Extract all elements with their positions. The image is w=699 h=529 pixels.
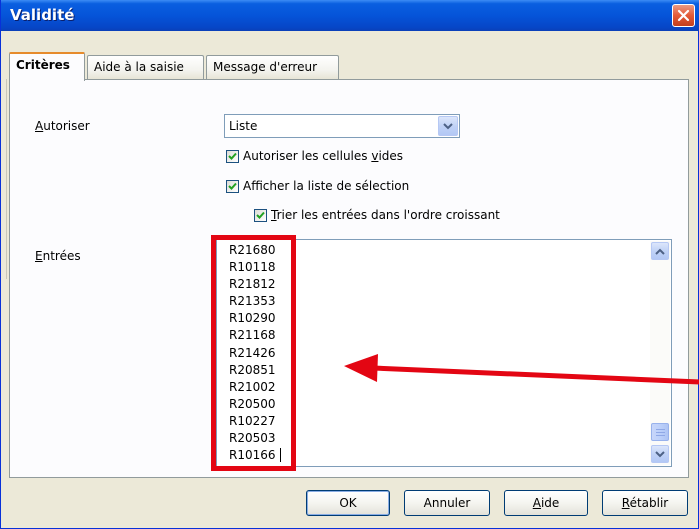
entry-line: R10290 xyxy=(229,311,276,326)
entries-list: R21680 R10118 R21812 R21353 R10290 R2116… xyxy=(229,242,299,464)
allow-blank-label: Autoriser les cellules vides xyxy=(243,149,404,163)
help-button[interactable]: Aide xyxy=(504,490,588,516)
entry-line: R21002 xyxy=(229,379,276,394)
tab-error-message-label: Message d'erreur xyxy=(213,60,318,74)
tab-input-help-label: Aide à la saisie xyxy=(94,60,184,74)
validity-dialog: Validité Critères Aide à la saisie Messa… xyxy=(0,0,699,529)
dialog-title: Validité xyxy=(10,6,75,24)
entry-line: R20500 xyxy=(229,396,276,411)
text-caret xyxy=(280,448,281,462)
chevron-down-icon xyxy=(443,122,453,129)
close-icon xyxy=(677,9,690,22)
ok-button-label: OK xyxy=(339,496,357,510)
entry-line: R21680 xyxy=(229,243,276,257)
cancel-button-label: Annuler xyxy=(423,496,471,510)
reset-button-label: Rétablir xyxy=(621,496,669,510)
ok-button[interactable]: OK xyxy=(306,490,390,516)
allow-blank-checkbox[interactable]: Autoriser les cellules vides xyxy=(226,149,403,163)
allow-select[interactable]: Liste xyxy=(224,114,460,138)
tab-error-message[interactable]: Message d'erreur xyxy=(206,55,339,80)
entry-line: R20503 xyxy=(229,431,276,446)
allow-label-mnemonic: A xyxy=(35,119,44,133)
cancel-button[interactable]: Annuler xyxy=(404,490,490,516)
checkmark-icon xyxy=(228,182,237,190)
sort-ascending-checkbox[interactable]: Trier les entrées dans l'ordre croissant xyxy=(254,208,500,222)
left-edge-line xyxy=(6,79,7,279)
scroll-thumb[interactable] xyxy=(651,423,669,441)
entry-line: R21812 xyxy=(229,277,276,292)
allow-label-text: utoriser xyxy=(43,119,90,133)
entry-line: R21426 xyxy=(229,345,276,360)
entry-line: R21353 xyxy=(229,294,276,309)
entry-line: R20851 xyxy=(229,362,276,377)
tab-criteria-label: Critères xyxy=(16,58,70,72)
entries-textarea[interactable]: R21680 R10118 R21812 R21353 R10290 R2116… xyxy=(216,239,672,467)
allow-label: Autoriser xyxy=(35,119,90,133)
entries-label-text: ntrées xyxy=(42,249,81,263)
entry-line: R10166 xyxy=(229,448,276,463)
vertical-scrollbar[interactable] xyxy=(650,241,670,465)
close-button[interactable] xyxy=(672,4,695,27)
entry-line: R21168 xyxy=(229,328,276,343)
checkmark-icon xyxy=(256,211,265,219)
checkbox-box[interactable] xyxy=(226,149,239,163)
tab-input-help[interactable]: Aide à la saisie xyxy=(87,55,204,80)
reset-button[interactable]: Rétablir xyxy=(602,490,688,516)
entries-label-mnemonic: E xyxy=(35,249,43,263)
chevron-up-icon xyxy=(655,248,665,255)
entry-line: R10227 xyxy=(229,413,276,428)
title-bar[interactable]: Validité xyxy=(1,0,699,31)
help-button-label: Aide xyxy=(532,496,560,510)
tab-criteria[interactable]: Critères xyxy=(9,52,85,81)
chevron-down-icon xyxy=(655,450,665,457)
show-selection-list-checkbox[interactable]: Afficher la liste de sélection xyxy=(226,179,409,193)
scroll-down-button[interactable] xyxy=(651,445,669,463)
checkmark-icon xyxy=(228,152,237,160)
show-selection-list-label: Afficher la liste de sélection xyxy=(243,179,410,193)
allow-select-dropdown-button[interactable] xyxy=(438,116,458,136)
checkbox-box[interactable] xyxy=(254,208,267,222)
scroll-up-button[interactable] xyxy=(651,242,669,260)
entry-line: R10118 xyxy=(229,260,276,275)
allow-select-value: Liste xyxy=(229,119,258,133)
entries-label: Entrées xyxy=(35,249,81,263)
sort-ascending-label: Trier les entrées dans l'ordre croissant xyxy=(271,208,500,222)
checkbox-box[interactable] xyxy=(226,179,239,193)
